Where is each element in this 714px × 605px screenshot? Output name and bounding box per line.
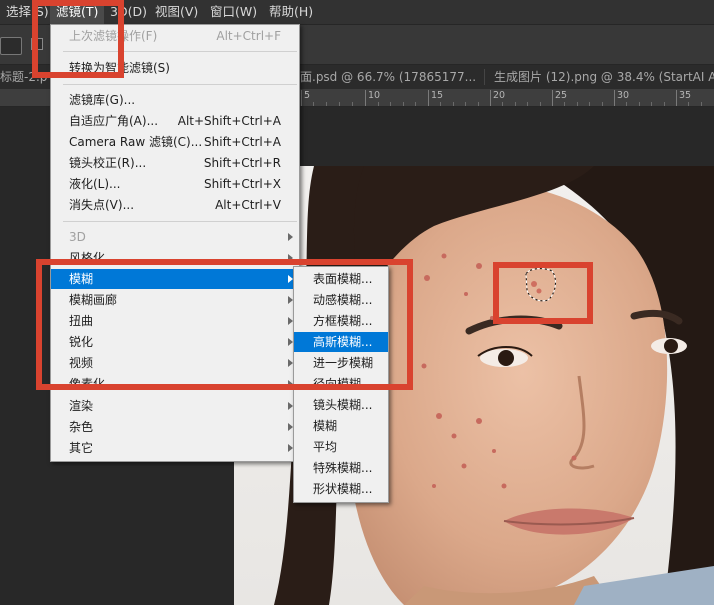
- ruler-label: 25: [555, 90, 568, 101]
- submenu-item-blur[interactable]: 模糊: [294, 416, 388, 436]
- menu-item-shortcut: Shift+Ctrl+R: [203, 156, 281, 170]
- submenu-item-average[interactable]: 平均: [294, 437, 388, 457]
- ruler-label: 20: [493, 90, 506, 101]
- ruler-label: 15: [431, 90, 444, 101]
- menu-item-camera-raw[interactable]: Camera Raw 滤镜(C)... Shift+Ctrl+A: [51, 132, 299, 152]
- submenu-item-shape-blur[interactable]: 形状模糊...: [294, 479, 388, 499]
- menu-item-shortcut: Alt+Ctrl+V: [215, 198, 281, 212]
- ruler-tick: [614, 90, 615, 106]
- menu-item-label: 镜头模糊...: [313, 398, 373, 412]
- menu-item-3d[interactable]: 3D: [51, 227, 299, 247]
- menu-item-label: 其它: [69, 441, 94, 455]
- tab-separator: [484, 69, 485, 85]
- menu-item-label: 自适应广角(A)...: [69, 114, 159, 128]
- menu-item-adaptive-wide-angle[interactable]: 自适应广角(A)... Alt+Shift+Ctrl+A: [51, 111, 299, 131]
- tab-document-2[interactable]: 面.psd @ 66.7% (17865177...: [300, 65, 480, 89]
- menu-item-shortcut: Shift+Ctrl+A: [204, 135, 281, 149]
- menu-item-shortcut: Alt+Ctrl+F: [216, 29, 281, 43]
- menu-item-label: 平均: [313, 440, 338, 454]
- ruler-label: 30: [617, 90, 630, 101]
- ruler-tick: [490, 90, 491, 106]
- menu-item-label: Camera Raw 滤镜(C)...: [69, 135, 203, 149]
- tool-preset-picker[interactable]: [0, 37, 22, 55]
- menu-item-shortcut: Alt+Shift+Ctrl+A: [177, 114, 281, 128]
- menu-window[interactable]: 窗口(W): [204, 0, 263, 24]
- menu-item-label: 滤镜库(G)...: [69, 93, 136, 107]
- ruler-tick: [301, 90, 302, 106]
- menu-item-label: 3D: [69, 230, 86, 244]
- annotation-box-blur-gaussian: [36, 259, 413, 390]
- menu-separator: [63, 84, 297, 85]
- menu-item-filter-gallery[interactable]: 滤镜库(G)...: [51, 90, 299, 110]
- tab-document-3[interactable]: 生成图片 (12).png @ 38.4% (StartAI AI...: [494, 65, 714, 89]
- menu-item-label: 模糊: [313, 419, 338, 433]
- submenu-arrow-icon: [288, 233, 293, 241]
- menu-item-label: 消失点(V)...: [69, 198, 135, 212]
- submenu-item-lens-blur[interactable]: 镜头模糊...: [294, 395, 388, 415]
- menu-item-render[interactable]: 渲染: [51, 396, 299, 416]
- menu-item-shortcut: Shift+Ctrl+X: [204, 177, 281, 191]
- menu-item-liquify[interactable]: 液化(L)... Shift+Ctrl+X: [51, 174, 299, 194]
- annotation-box-filter-menu: [32, 0, 124, 78]
- menu-item-lens-correction[interactable]: 镜头校正(R)... Shift+Ctrl+R: [51, 153, 299, 173]
- menu-item-label: 形状模糊...: [313, 482, 373, 496]
- menu-item-noise[interactable]: 杂色: [51, 417, 299, 437]
- ruler-tick: [365, 90, 366, 106]
- menu-help[interactable]: 帮助(H): [263, 0, 319, 24]
- ruler-label: 5: [304, 90, 311, 101]
- filter-menu: 上次滤镜操作(F) Alt+Ctrl+F 转换为智能滤镜(S) 滤镜库(G)..…: [50, 24, 300, 462]
- menu-item-label: 液化(L)...: [69, 177, 121, 191]
- menu-item-other[interactable]: 其它: [51, 438, 299, 458]
- ruler-tick: [676, 90, 677, 106]
- menu-item-label: 渲染: [69, 399, 94, 413]
- ruler-label: 35: [679, 90, 692, 101]
- menu-item-vanishing-point[interactable]: 消失点(V)... Alt+Ctrl+V: [51, 195, 299, 215]
- ruler-label: 10: [368, 90, 381, 101]
- menu-item-label: 特殊模糊...: [313, 461, 373, 475]
- ruler-tick: [428, 90, 429, 106]
- menu-item-label: 镜头校正(R)...: [69, 156, 147, 170]
- submenu-item-smart-blur[interactable]: 特殊模糊...: [294, 458, 388, 478]
- menu-separator: [63, 221, 297, 222]
- menu-item-label: 杂色: [69, 420, 94, 434]
- menu-view[interactable]: 视图(V): [149, 0, 204, 24]
- ruler-tick: [552, 90, 553, 106]
- annotation-box-selection: [493, 262, 593, 324]
